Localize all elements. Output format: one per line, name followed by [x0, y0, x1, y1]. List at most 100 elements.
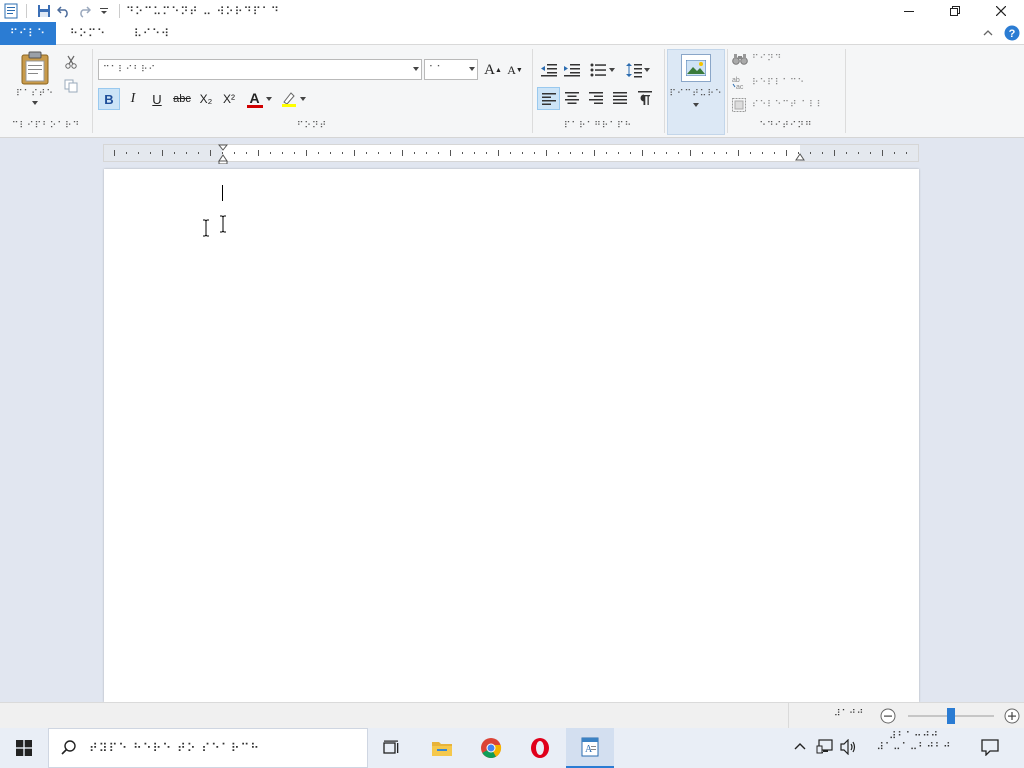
ruler-tick	[870, 152, 871, 154]
zoom-in-button[interactable]	[1004, 708, 1020, 724]
right-indent-marker[interactable]	[795, 151, 805, 161]
cut-button[interactable]	[60, 51, 82, 73]
collapse-ribbon-icon[interactable]	[982, 27, 994, 39]
bold-button[interactable]: B	[98, 88, 120, 110]
ruler-tick	[666, 152, 667, 154]
shrink-font-button[interactable]: A ▼	[504, 59, 526, 81]
replace-button[interactable]: ab ac ⠗⠑⠏⠇⠁⠉⠑	[732, 76, 805, 90]
align-center-button[interactable]	[561, 87, 583, 109]
action-center-button[interactable]	[980, 738, 1000, 756]
save-icon[interactable]	[35, 2, 53, 20]
ruler-tick	[318, 152, 319, 154]
customize-qat-icon[interactable]	[95, 2, 113, 20]
app-icon	[2, 2, 20, 20]
tab-file[interactable]: ⠋⠊⠇⠑	[0, 22, 56, 45]
align-right-button[interactable]	[585, 87, 607, 109]
document-page[interactable]	[104, 169, 919, 702]
decrease-indent-button[interactable]	[538, 59, 560, 81]
start-button[interactable]	[0, 728, 48, 768]
ruler-tick	[150, 152, 151, 154]
tab-home-label: ⠓⠕⠍⠑	[69, 27, 107, 40]
ruler-tick	[294, 152, 295, 154]
tab-home[interactable]: ⠓⠕⠍⠑	[56, 22, 120, 45]
font-color-button[interactable]: A	[244, 88, 274, 110]
chrome-icon	[481, 738, 502, 758]
help-icon[interactable]: ?	[1004, 25, 1020, 41]
volume-button[interactable]	[840, 739, 858, 755]
ruler-tick	[330, 152, 331, 154]
decrease-indent-icon	[541, 64, 557, 77]
paste-icon	[21, 51, 49, 85]
network-icon	[816, 739, 833, 754]
justify-icon	[613, 92, 627, 104]
picture-label: ⠏⠊⠉⠞⠥⠗⠑	[669, 89, 723, 99]
ruler-tick	[210, 150, 211, 156]
network-button[interactable]	[816, 739, 834, 755]
close-button[interactable]	[978, 0, 1024, 22]
ruler-tick	[618, 152, 619, 154]
find-button[interactable]: ⠋⠊⠝⠙	[732, 53, 782, 65]
ribbon: ⠏⠁⠎⠞⠑ ⠉⠇⠊⠏⠃⠕⠁⠗⠙ ⠉⠁⠇⠊⠃⠗⠊ ⠁⠁ A ▲ A ▼ B I U a…	[0, 45, 1024, 138]
increase-indent-button[interactable]	[561, 59, 583, 81]
italic-icon: I	[130, 91, 136, 106]
paste-button[interactable]: ⠏⠁⠎⠞⠑	[10, 51, 60, 115]
wordpad-taskbar-button[interactable]: A	[566, 728, 614, 768]
search-icon	[61, 740, 76, 755]
taskbar-search-box[interactable]: ⠞⠽⠏⠑ ⠓⠑⠗⠑ ⠞⠕ ⠎⠑⠁⠗⠉⠓	[48, 728, 368, 768]
zoom-out-button[interactable]	[880, 708, 896, 724]
align-center-icon	[565, 92, 579, 104]
subscript-button[interactable]: X₂	[195, 88, 217, 110]
ruler-tick	[846, 152, 847, 154]
highlight-button[interactable]	[278, 88, 308, 110]
grow-font-button[interactable]: A ▲	[482, 59, 504, 81]
grow-font-icon: A	[484, 61, 495, 78]
clock[interactable]: ⠼⠃⠁⠒⠚⠚ ⠼⠁⠤⠁⠤⠃⠚⠃⠚	[866, 731, 962, 753]
horizontal-ruler[interactable]	[103, 144, 919, 164]
ruler-tick	[714, 152, 715, 154]
ruler-tick	[114, 150, 115, 156]
strikethrough-button[interactable]: abc	[170, 88, 194, 110]
align-right-icon	[589, 92, 603, 104]
italic-button[interactable]: I	[122, 88, 144, 110]
chrome-button[interactable]	[467, 728, 515, 768]
picture-button[interactable]: ⠏⠊⠉⠞⠥⠗⠑	[667, 49, 725, 135]
justify-button[interactable]	[609, 87, 631, 109]
taskbar: ⠞⠽⠏⠑ ⠓⠑⠗⠑ ⠞⠕ ⠎⠑⠁⠗⠉⠓ A ⠼⠃⠁⠒⠚⠚ ⠼⠁⠤⠁⠤⠃⠚⠃⠚	[0, 728, 1024, 768]
bullets-button[interactable]	[586, 59, 618, 81]
ruler-tick	[306, 150, 307, 156]
zoom-slider-thumb[interactable]	[947, 708, 955, 724]
window-title: ⠙⠕⠉⠥⠍⠑⠝⠞ ⠤ ⠺⠕⠗⠙⠏⠁⠙	[126, 4, 280, 18]
superscript-icon: X²	[223, 92, 235, 106]
first-line-indent-marker[interactable]	[218, 144, 228, 164]
ruler-tick	[810, 152, 811, 154]
copy-button[interactable]	[60, 75, 82, 97]
align-left-button[interactable]	[537, 87, 560, 110]
superscript-button[interactable]: X²	[218, 88, 240, 110]
opera-button[interactable]	[516, 728, 564, 768]
ruler-tick	[594, 150, 595, 156]
select-all-button[interactable]: ⠎⠑⠇⠑⠉⠞ ⠁⠇⠇	[732, 98, 824, 112]
ruler-tick	[738, 150, 739, 156]
font-size-combo[interactable]: ⠁⠁	[424, 59, 478, 80]
redo-icon[interactable]	[75, 2, 93, 20]
font-group-label: ⠋⠕⠝⠞	[296, 121, 328, 131]
file-explorer-button[interactable]	[418, 728, 466, 768]
line-spacing-icon	[626, 63, 642, 78]
task-view-icon	[383, 740, 399, 754]
underline-icon: U	[152, 91, 162, 107]
ruler-tick	[138, 152, 139, 154]
notification-icon	[981, 739, 999, 756]
chevron-down-icon	[693, 103, 699, 107]
underline-button[interactable]: U	[146, 88, 168, 110]
font-family-combo[interactable]: ⠉⠁⠇⠊⠃⠗⠊	[98, 59, 422, 80]
minimize-button[interactable]	[886, 0, 932, 22]
undo-icon[interactable]	[55, 2, 73, 20]
task-view-button[interactable]	[368, 728, 416, 768]
maximize-button[interactable]	[932, 0, 978, 22]
paragraph-settings-button[interactable]	[634, 87, 656, 109]
line-spacing-button[interactable]	[624, 59, 652, 81]
tab-view[interactable]: ⠧⠊⠑⠺	[120, 22, 184, 45]
ruler-tick	[690, 150, 691, 156]
highlighter-icon	[281, 92, 296, 107]
show-hidden-icons-button[interactable]	[793, 740, 807, 754]
